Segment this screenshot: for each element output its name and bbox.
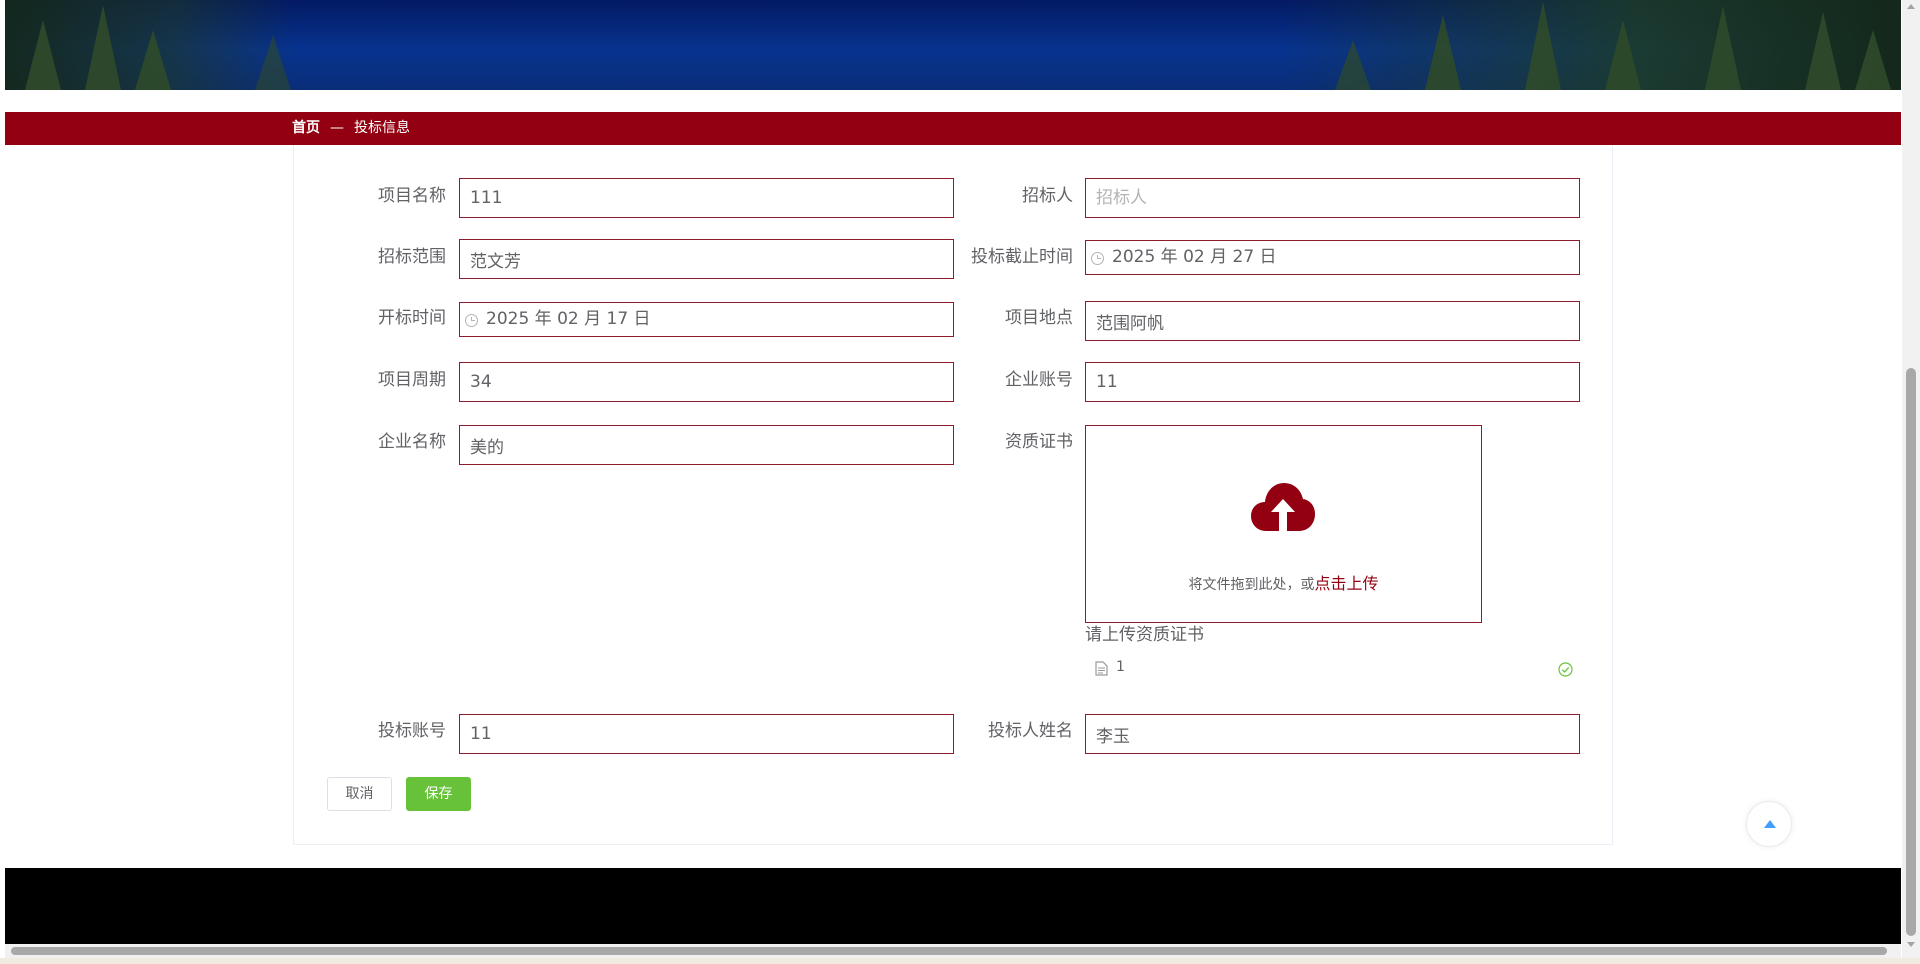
bid-deadline-picker[interactable]: 2025 年 02 月 27 日 — [1085, 240, 1580, 275]
breadcrumb-separator: — — [330, 120, 344, 136]
banner-tree — [255, 35, 291, 90]
project-location-label: 项目地点 — [1005, 308, 1073, 328]
breadcrumb-current: 投标信息 — [354, 120, 410, 136]
tenderer-label: 招标人 — [1022, 186, 1073, 206]
bid-deadline-value: 2025 年 02 月 27 日 — [1112, 247, 1277, 267]
banner-tree — [1335, 40, 1371, 90]
banner-tree — [1855, 30, 1891, 90]
clock-icon — [465, 314, 478, 327]
upload-instructions: 将文件拖到此处，或点击上传 — [1086, 570, 1481, 594]
company-account-label: 企业账号 — [1005, 370, 1073, 390]
tender-scope-label: 招标范围 — [378, 247, 446, 267]
project-name-label: 项目名称 — [378, 186, 446, 206]
qualification-upload-dropzone[interactable]: 将文件拖到此处，或点击上传 — [1085, 425, 1482, 623]
save-button[interactable]: 保存 — [406, 777, 471, 811]
banner-tree — [1605, 20, 1641, 90]
project-period-input[interactable] — [459, 362, 954, 402]
breadcrumb-home[interactable]: 首页 — [292, 120, 320, 136]
upload-click-link[interactable]: 点击上传 — [1314, 574, 1378, 593]
banner-tree — [1705, 6, 1741, 90]
bid-account-label: 投标账号 — [378, 721, 446, 741]
company-name-input[interactable] — [459, 425, 954, 465]
banner-tree — [1425, 15, 1461, 90]
banner-tree — [25, 20, 61, 90]
banner-tree — [1805, 12, 1841, 90]
breadcrumb: 首页 — 投标信息 — [292, 112, 410, 145]
banner-tree — [1525, 2, 1561, 90]
clock-icon — [1091, 252, 1104, 265]
tenderer-input[interactable] — [1085, 178, 1580, 218]
uploaded-file-item[interactable]: 1 — [1093, 657, 1576, 681]
project-name-input[interactable] — [459, 178, 954, 218]
company-name-label: 企业名称 — [378, 432, 446, 452]
opening-time-picker[interactable]: 2025 年 02 月 17 日 — [459, 302, 954, 337]
back-to-top-button[interactable] — [1746, 801, 1792, 847]
bid-deadline-label: 投标截止时间 — [971, 247, 1073, 267]
banner-tree — [135, 30, 171, 90]
cancel-button[interactable]: 取消 — [327, 777, 392, 811]
uploaded-file-name[interactable]: 1 — [1116, 659, 1125, 675]
company-account-input[interactable] — [1085, 362, 1580, 402]
banner-tree — [85, 5, 121, 90]
document-icon — [1095, 661, 1108, 676]
bid-account-input[interactable] — [459, 714, 954, 754]
bidder-name-input[interactable] — [1085, 714, 1580, 754]
opening-time-label: 开标时间 — [378, 308, 446, 328]
circle-check-icon — [1558, 662, 1573, 677]
vertical-scroll-thumb[interactable] — [1906, 368, 1916, 936]
cloud-upload-icon — [1251, 483, 1315, 531]
project-period-label: 项目周期 — [378, 370, 446, 390]
scroll-up-icon[interactable] — [1907, 4, 1915, 9]
bidder-name-label: 投标人姓名 — [988, 721, 1073, 741]
page: 首页 — 投标信息 项目名称 招标人 招标范围 投标截止时间 2025 年 02 月… — [0, 0, 1920, 964]
nav-bar: 首页 — 投标信息 — [5, 112, 1901, 145]
horizontal-scroll-thumb[interactable] — [11, 947, 1887, 955]
opening-time-value: 2025 年 02 月 17 日 — [486, 309, 651, 329]
project-location-input[interactable] — [1085, 301, 1580, 341]
tender-scope-input[interactable] — [459, 239, 954, 279]
upload-text: 将文件拖到此处，或 — [1188, 577, 1315, 593]
horizontal-scrollbar[interactable] — [5, 944, 1901, 958]
caret-top-icon — [1764, 820, 1776, 828]
header-banner — [5, 0, 1901, 90]
scroll-down-icon[interactable] — [1907, 942, 1915, 947]
qualification-label: 资质证书 — [1005, 432, 1073, 452]
vertical-scrollbar[interactable] — [1902, 0, 1920, 958]
upload-tip: 请上传资质证书 — [1085, 625, 1204, 645]
window-bottom-edge — [0, 958, 1920, 964]
